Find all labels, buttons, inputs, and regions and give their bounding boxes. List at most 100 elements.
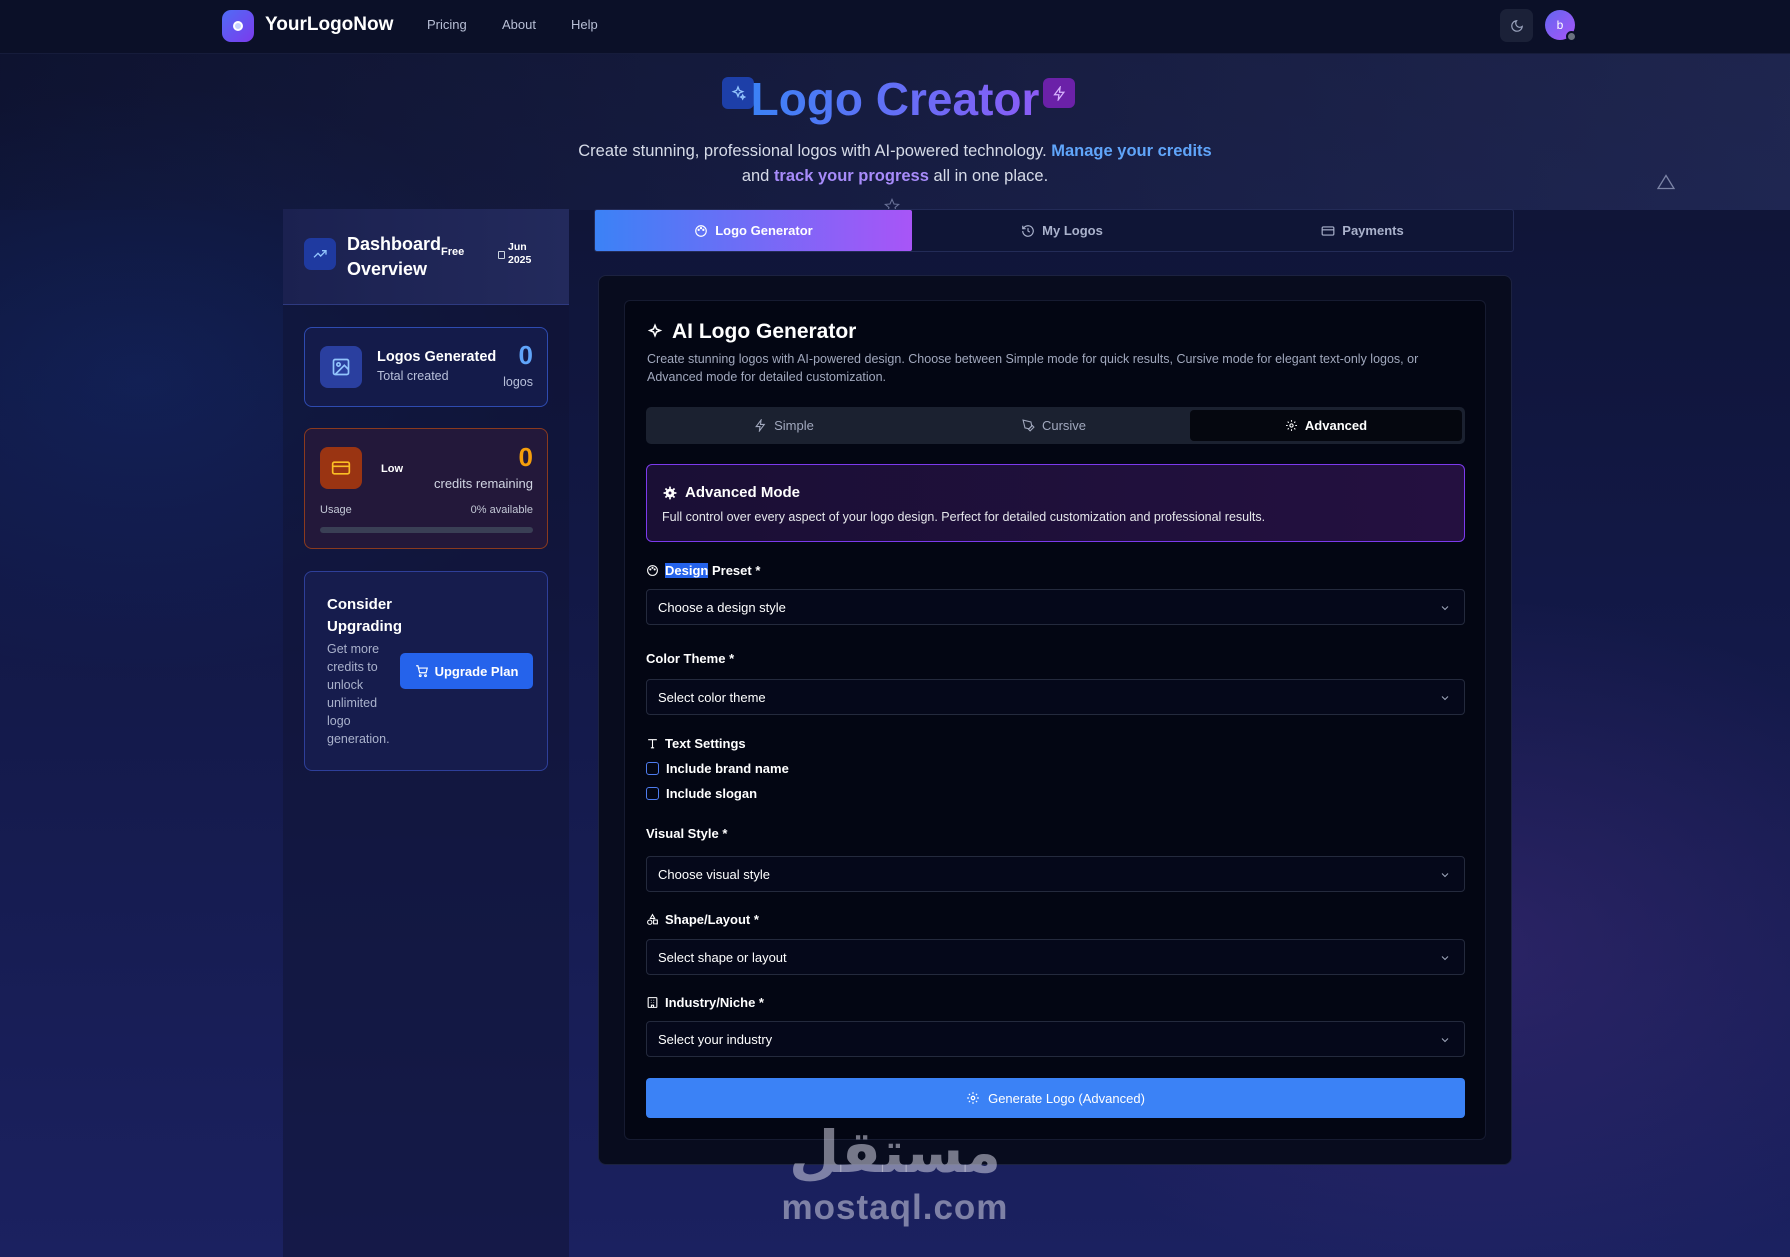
design-preset-placeholder: Choose a design style (658, 600, 786, 615)
advanced-mode-info: Advanced Mode Full control over every as… (646, 464, 1465, 542)
shapes-icon (647, 913, 658, 925)
building-icon (647, 997, 658, 1008)
trending-up-icon (304, 238, 336, 270)
history-icon (1022, 224, 1034, 237)
brand-name[interactable]: YourLogoNow (265, 14, 393, 36)
gear-icon (967, 1092, 979, 1104)
generate-logo-label: Generate Logo (Advanced) (988, 1090, 1145, 1106)
shape-layout-label-text: Shape/Layout * (665, 912, 759, 927)
color-theme-label: Color Theme * (646, 651, 734, 666)
gear-icon (663, 486, 677, 499)
industry-select[interactable]: Select your industry (646, 1021, 1465, 1057)
calendar-icon (498, 251, 505, 259)
logos-generated-card: Logos Generated Total created 0 logos (304, 327, 548, 407)
shape-layout-select[interactable]: Select shape or layout (646, 939, 1465, 975)
shape-layout-label: Shape/Layout * (646, 912, 759, 927)
watermark-arabic: مستقل (788, 1118, 1002, 1186)
credit-card-icon (320, 447, 362, 489)
bolt-icon (755, 419, 766, 432)
brand-logo-icon[interactable] (222, 10, 254, 42)
watermark-latin: mostaql.com (781, 1188, 1009, 1227)
advanced-mode-title: Advanced Mode (685, 484, 801, 501)
chevron-down-icon (1441, 696, 1449, 701)
generator-title: AI Logo Generator (672, 320, 857, 343)
credits-card: Low 0 credits remaining Usage 0% availab… (304, 428, 548, 549)
theme-toggle-button[interactable] (1500, 9, 1533, 42)
pen-tool-icon (1022, 419, 1035, 432)
triangle-icon (1657, 174, 1675, 190)
status-dot (1566, 31, 1577, 42)
mode-simple[interactable]: Simple (649, 410, 919, 441)
upgrade-plan-button[interactable]: Upgrade Plan (400, 653, 533, 689)
shape-layout-placeholder: Select shape or layout (658, 950, 787, 965)
mode-cursive-label: Cursive (1041, 418, 1087, 433)
advanced-mode-text: Full control over every aspect of your l… (662, 510, 1266, 524)
moon-icon (1510, 19, 1523, 32)
design-preset-label: Design Preset * (646, 563, 760, 578)
design-preset-label-highlight: Design (665, 563, 709, 578)
visual-style-placeholder: Choose visual style (658, 867, 770, 882)
mode-advanced[interactable]: Advanced (1190, 410, 1462, 441)
visual-style-label: Visual Style * (646, 826, 727, 841)
usage-label: Usage (320, 504, 352, 516)
usage-progress-bar (320, 527, 533, 533)
logos-card-title: Logos Generated (377, 349, 497, 365)
upgrade-card: Consider Upgrading Get more credits to u… (304, 571, 548, 771)
credits-count: 0 (518, 442, 533, 472)
mode-simple-label: Simple (774, 418, 814, 433)
upgrade-text: Get more credits to unlock unlimited log… (327, 642, 390, 746)
tab-my-logos[interactable]: My Logos (912, 210, 1212, 251)
tab-logo-generator[interactable]: Logo Generator (595, 210, 912, 251)
industry-label-text: Industry/Niche * (665, 995, 764, 1010)
plan-badge: Free (441, 246, 465, 258)
mode-cursive[interactable]: Cursive (919, 410, 1189, 441)
nav-link-about[interactable]: About (502, 17, 536, 32)
upgrade-title: Consider Upgrading (327, 596, 402, 635)
dashboard-title: Dashboard Overview (347, 234, 442, 279)
hero-subtitle-text-2: and (741, 167, 770, 185)
advanced-mode-title-row: Advanced Mode (663, 484, 800, 501)
logos-count: 0 (518, 340, 533, 370)
hero-title-wrap: Logo Creator (0, 72, 1790, 126)
page-title: Logo Creator (750, 73, 1040, 125)
bolt-icon (1043, 78, 1075, 108)
color-theme-select[interactable]: Select color theme (646, 679, 1465, 715)
chevron-down-icon (1441, 956, 1449, 961)
industry-label: Industry/Niche * (646, 995, 764, 1010)
design-preset-select[interactable]: Choose a design style (646, 589, 1465, 625)
logos-unit: logos (503, 375, 533, 389)
track-progress-link[interactable]: track your progress (774, 167, 929, 185)
text-settings-label: Text Settings (646, 736, 746, 751)
include-brand-name-checkbox[interactable] (646, 762, 659, 775)
mode-switcher: Simple Cursive Advanced (646, 407, 1465, 444)
include-slogan-option[interactable]: Include slogan (646, 786, 757, 801)
date-badge: Jun 2025 (496, 241, 548, 267)
color-theme-label-text: Color Theme * (646, 651, 735, 666)
type-icon (648, 739, 657, 749)
tab-payments[interactable]: Payments (1212, 210, 1513, 251)
usage-value: 0% available (470, 504, 533, 516)
nav-link-help[interactable]: Help (571, 17, 598, 32)
include-slogan-checkbox[interactable] (646, 787, 659, 800)
cart-icon (415, 665, 428, 678)
wand-sparkles-icon (647, 323, 663, 338)
credits-label: credits remaining (434, 476, 533, 491)
generate-logo-button[interactable]: Generate Logo (Advanced) (646, 1078, 1465, 1118)
chevron-down-icon (1441, 873, 1449, 878)
visual-style-label-text: Visual Style * (646, 826, 728, 841)
hero-subtitle-text-1: Create stunning, professional logos with… (578, 142, 1047, 160)
nav-link-pricing[interactable]: Pricing (427, 17, 467, 32)
generator-title-row: AI Logo Generator (646, 320, 856, 344)
tab-my-logos-label: My Logos (1042, 223, 1103, 238)
include-brand-name-option[interactable]: Include brand name (646, 761, 789, 776)
industry-placeholder: Select your industry (658, 1032, 773, 1047)
upgrade-plan-label: Upgrade Plan (434, 663, 519, 679)
tab-payments-label: Payments (1342, 223, 1404, 238)
visual-style-select[interactable]: Choose visual style (646, 856, 1465, 892)
manage-credits-link[interactable]: Manage your credits (1051, 142, 1211, 160)
image-icon (320, 346, 362, 388)
gear-icon (1286, 420, 1297, 431)
include-slogan-label: Include slogan (666, 786, 758, 801)
chevron-down-icon (1441, 606, 1449, 611)
include-brand-name-label: Include brand name (666, 761, 789, 776)
